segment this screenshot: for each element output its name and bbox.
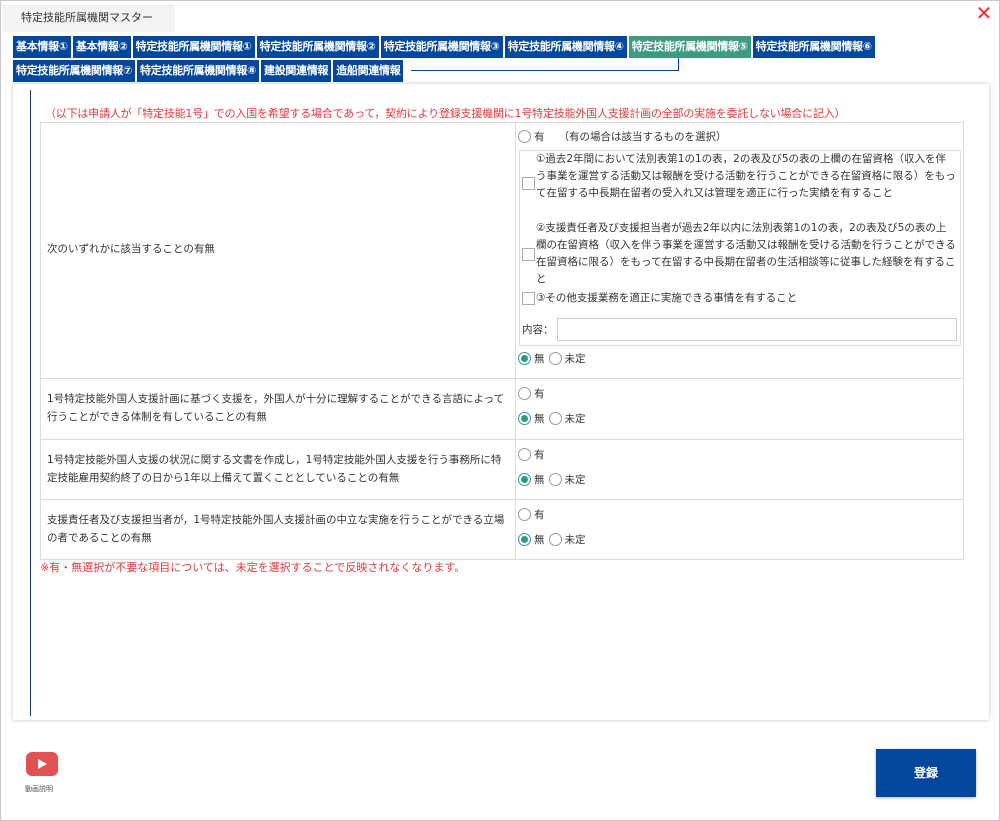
q1-no-label: 無 xyxy=(534,353,545,365)
question-table: 次のいずれかに該当することの有無 有 （有の場合は該当するものを選択） ①過去2… xyxy=(40,122,964,560)
q1-item-2: ②支援責任者及び支援担当者が過去2年以内に法別表第1の1の表，2の表及び5の表の… xyxy=(520,220,956,288)
register-button[interactable]: 登録 xyxy=(876,749,976,797)
question-2-label: 1号特定技能外国人支援計画に基づく支援を，外国人が十分に理解することができる言語… xyxy=(47,393,505,423)
tab-connector xyxy=(678,58,679,71)
q1-item-2-checkbox[interactable] xyxy=(522,248,535,261)
tab-bar: 基本情報① 基本情報② 特定技能所属機関情報① 特定技能所属機関情報② 特定技能… xyxy=(13,36,989,84)
q1-content-input[interactable] xyxy=(556,318,957,341)
tab-shozoku-6[interactable]: 特定技能所属機関情報⑥ xyxy=(752,36,875,58)
q1-no-undecided: 無 未定 xyxy=(518,351,586,366)
question-4-label: 支援責任者及び支援担当者が，1号特定技能外国人支援計画の中立な実施を行うことがで… xyxy=(47,514,505,544)
q1-item-1-checkbox[interactable] xyxy=(522,177,535,190)
question-row-4: 支援責任者及び支援担当者が，1号特定技能外国人支援計画の中立な実施を行うことがで… xyxy=(41,500,963,559)
q4-no-radio[interactable] xyxy=(518,533,531,546)
question-row-2: 1号特定技能外国人支援計画に基づく支援を，外国人が十分に理解することができる言語… xyxy=(41,379,963,440)
tab-shozoku-3[interactable]: 特定技能所属機関情報③ xyxy=(380,36,503,58)
tab-row-1: 基本情報① 基本情報② 特定技能所属機関情報① 特定技能所属機関情報② 特定技能… xyxy=(13,36,989,58)
tab-shozoku-5[interactable]: 特定技能所属機関情報⑤ xyxy=(628,36,751,58)
q1-content-row: 内容： xyxy=(522,318,957,341)
q1-item-3-checkbox[interactable] xyxy=(522,292,535,305)
q3-yes-label: 有 xyxy=(534,449,545,461)
question-2-options: 有 無 未定 xyxy=(515,379,963,439)
form-panel: （以下は申請人が「特定技能1号」での入国を希望する場合であって，契約により登録支… xyxy=(13,84,989,720)
q2-no-undecided: 無 未定 xyxy=(518,411,586,426)
tab-zosen[interactable]: 造船関連情報 xyxy=(333,60,404,82)
q3-no-label: 無 xyxy=(534,474,545,486)
bottom-note: ※有・無選択が不要な項目については、未定を選択することで反映されなくなります。 xyxy=(40,561,466,574)
tab-underline xyxy=(411,70,679,71)
tab-kihon-1[interactable]: 基本情報① xyxy=(13,36,71,58)
q1-undecided-label: 未定 xyxy=(564,353,586,365)
q1-item-3-text: ③その他支援業務を適正に実施できる事情を有すること xyxy=(536,292,798,304)
q1-no-radio[interactable] xyxy=(518,352,531,365)
q1-item-2-text: ②支援責任者及び支援担当者が過去2年以内に法別表第1の1の表，2の表及び5の表の… xyxy=(536,222,956,285)
q3-undecided-radio[interactable] xyxy=(548,473,562,486)
tab-shozoku-1[interactable]: 特定技能所属機関情報① xyxy=(132,36,255,58)
q1-yes-hint: （有の場合は該当するものを選択） xyxy=(558,131,727,143)
q2-no-radio[interactable] xyxy=(518,412,531,425)
panel-divider xyxy=(30,90,31,716)
q1-yes-option[interactable]: 有 （有の場合は該当するものを選択） xyxy=(518,129,727,144)
q2-yes-option[interactable]: 有 xyxy=(518,386,545,401)
tab-row-2: 特定技能所属機関情報⑦ 特定技能所属機関情報⑧ 建設関連情報 造船関連情報 xyxy=(13,60,989,82)
q3-yes-option[interactable]: 有 xyxy=(518,447,545,462)
question-1-label: 次のいずれかに該当することの有無 xyxy=(47,243,215,255)
tab-shozoku-2[interactable]: 特定技能所属機関情報② xyxy=(256,36,379,58)
q1-item-3: ③その他支援業務を適正に実施できる事情を有すること xyxy=(520,290,797,307)
tab-kihon-2[interactable]: 基本情報② xyxy=(72,36,131,58)
q2-undecided-label: 未定 xyxy=(564,413,586,425)
q4-yes-radio[interactable] xyxy=(518,508,531,521)
q4-no-label: 無 xyxy=(534,534,545,546)
q2-yes-label: 有 xyxy=(534,388,545,400)
q4-undecided-radio[interactable] xyxy=(548,533,562,546)
q3-yes-radio[interactable] xyxy=(518,448,531,461)
q1-item-1: ①過去2年間において法別表第1の1の表，2の表及び5の表の上欄の在留資格（収入を… xyxy=(520,151,956,202)
close-icon[interactable]: ✕ xyxy=(973,3,995,25)
form-notice: （以下は申請人が「特定技能1号」での入国を希望する場合であって，契約により登録支… xyxy=(45,107,846,120)
question-1-options: 有 （有の場合は該当するものを選択） ①過去2年間において法別表第1の1の表，2… xyxy=(515,123,963,378)
q4-yes-option[interactable]: 有 xyxy=(518,507,545,522)
q1-item-1-text: ①過去2年間において法別表第1の1の表，2の表及び5の表の上欄の在留資格（収入を… xyxy=(536,153,956,199)
question-3-options: 有 無 未定 xyxy=(515,440,963,499)
q1-yes-radio[interactable] xyxy=(518,130,531,143)
question-row-1: 次のいずれかに該当することの有無 有 （有の場合は該当するものを選択） ①過去2… xyxy=(41,123,963,379)
tab-kensetsu[interactable]: 建設関連情報 xyxy=(261,60,332,82)
q4-undecided-label: 未定 xyxy=(564,534,586,546)
tab-shozoku-7[interactable]: 特定技能所属機関情報⑦ xyxy=(13,60,136,82)
q1-undecided-radio[interactable] xyxy=(548,352,562,365)
q3-undecided-label: 未定 xyxy=(564,474,586,486)
question-row-3: 1号特定技能外国人支援の状況に関する文書を作成し，1号特定技能外国人支援を行う事… xyxy=(41,440,963,500)
modal-window: 特定技能所属機関マスター ✕ 基本情報① 基本情報② 特定技能所属機関情報① 特… xyxy=(0,0,1000,821)
video-play-icon[interactable] xyxy=(26,752,58,776)
q1-subitems: ①過去2年間において法別表第1の1の表，2の表及び5の表の上欄の在留資格（収入を… xyxy=(519,150,961,346)
tab-shozoku-8[interactable]: 特定技能所属機関情報⑧ xyxy=(137,60,260,82)
tab-shozoku-4[interactable]: 特定技能所属機関情報④ xyxy=(504,36,627,58)
q1-content-label: 内容： xyxy=(522,324,554,336)
question-4-options: 有 無 未定 xyxy=(515,500,963,559)
q4-no-undecided: 無 未定 xyxy=(518,532,586,547)
q2-undecided-radio[interactable] xyxy=(548,412,562,425)
window-title: 特定技能所属機関マスター xyxy=(3,4,175,32)
q1-yes-label: 有 xyxy=(534,131,545,143)
q3-no-radio[interactable] xyxy=(518,473,531,486)
q3-no-undecided: 無 未定 xyxy=(518,472,586,487)
question-3-label: 1号特定技能外国人支援の状況に関する文書を作成し，1号特定技能外国人支援を行う事… xyxy=(47,454,502,484)
q2-yes-radio[interactable] xyxy=(518,387,531,400)
video-label: 動画説明 xyxy=(25,785,53,793)
q4-yes-label: 有 xyxy=(534,509,545,521)
q2-no-label: 無 xyxy=(534,413,545,425)
